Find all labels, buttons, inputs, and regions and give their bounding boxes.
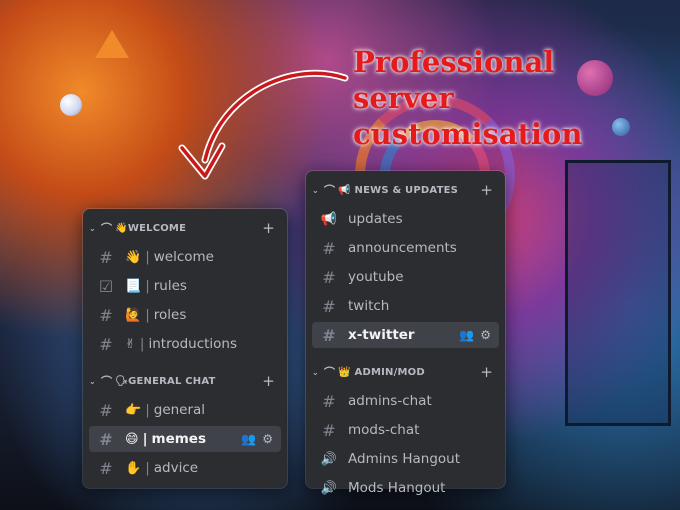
channel-name: introductions bbox=[148, 336, 238, 352]
channel-name: updates bbox=[348, 211, 403, 227]
gear-icon[interactable]: ⚙ bbox=[262, 432, 273, 446]
channel-separator: | bbox=[139, 336, 145, 352]
hash-icon: # bbox=[322, 296, 336, 316]
channel-name: mods-chat bbox=[348, 422, 420, 438]
promo-headline: Professional server customisation bbox=[353, 44, 582, 152]
hash-icon: # bbox=[322, 238, 336, 258]
channel-item-mods-hangout[interactable]: 🔊 Mods Hangout bbox=[312, 475, 499, 501]
hash-icon: # bbox=[99, 305, 113, 325]
speaker-icon: 🔊 bbox=[320, 451, 338, 467]
channel-item-admins-hangout[interactable]: 🔊 Admins Hangout bbox=[312, 446, 499, 472]
channel-item-admins-chat[interactable]: # admins-chat bbox=[312, 388, 499, 414]
category-header-welcome[interactable]: ⌄ ⌒ 👋WELCOME + bbox=[83, 215, 287, 241]
speaker-icon: 🔊 bbox=[320, 480, 338, 496]
channel-separator: | bbox=[145, 249, 150, 265]
hash-icon: # bbox=[99, 247, 113, 267]
channel-separator: | bbox=[145, 278, 150, 294]
hash-icon: # bbox=[99, 429, 113, 449]
gear-icon[interactable]: ⚙ bbox=[480, 328, 491, 342]
channel-item-announcements[interactable]: # announcements bbox=[312, 235, 499, 261]
category-decoration-icon: ⌒ bbox=[101, 375, 113, 388]
channel-item-mods-chat[interactable]: # mods-chat bbox=[312, 417, 499, 443]
channel-item-welcome[interactable]: # 👋 | welcome bbox=[89, 244, 281, 270]
channel-emoji: 😄 bbox=[125, 431, 139, 447]
channel-separator: | bbox=[145, 307, 150, 323]
chevron-down-icon: ⌄ bbox=[89, 223, 96, 233]
channel-name: x-twitter bbox=[348, 327, 415, 343]
chevron-down-icon: ⌄ bbox=[312, 185, 319, 195]
channel-item-advice[interactable]: # ✋ | advice bbox=[89, 455, 281, 481]
invite-user-icon[interactable]: 👥 bbox=[459, 328, 474, 342]
channel-name: announcements bbox=[348, 240, 457, 256]
hash-icon: # bbox=[99, 400, 113, 420]
channel-name: welcome bbox=[153, 249, 214, 265]
channel-emoji: 📃 bbox=[125, 278, 142, 294]
channel-item-youtube[interactable]: # youtube bbox=[312, 264, 499, 290]
rules-icon: ☑ bbox=[98, 276, 114, 296]
channel-name: twitch bbox=[348, 298, 390, 314]
hash-icon: # bbox=[322, 325, 336, 345]
channel-name: memes bbox=[151, 431, 206, 447]
hash-icon: # bbox=[322, 391, 336, 411]
headline-line-1: Professional bbox=[353, 45, 555, 79]
invite-user-icon[interactable]: 👥 bbox=[241, 432, 256, 446]
category-decoration-icon: ⌒ bbox=[324, 184, 336, 197]
background-orb bbox=[60, 94, 82, 116]
channel-name: advice bbox=[153, 460, 199, 476]
channel-item-x-twitter[interactable]: # x-twitter 👥 ⚙ bbox=[312, 322, 499, 348]
background-orb bbox=[612, 118, 630, 136]
category-name: 📢 NEWS & UPDATES bbox=[338, 184, 459, 196]
channel-name: roles bbox=[153, 307, 187, 323]
channel-name: Mods Hangout bbox=[348, 480, 446, 496]
category-header-news-updates[interactable]: ⌄ ⌒ 📢 NEWS & UPDATES + bbox=[306, 177, 505, 203]
channel-emoji: 👋 bbox=[125, 249, 142, 265]
category-header-general-chat[interactable]: ⌄ ⌒ 🗣GENERAL CHAT + bbox=[83, 368, 287, 394]
channel-name: Admins Hangout bbox=[348, 451, 461, 467]
hash-icon: # bbox=[99, 334, 113, 354]
category-decoration-icon: ⌒ bbox=[101, 222, 113, 235]
channel-name: admins-chat bbox=[348, 393, 432, 409]
channel-list-panel-left: ⌄ ⌒ 👋WELCOME + # 👋 | welcome ☑ 📃 | rules… bbox=[83, 209, 287, 488]
channel-separator: | bbox=[142, 431, 148, 447]
channel-separator: | bbox=[145, 402, 150, 418]
headline-line-3: customisation bbox=[353, 117, 583, 151]
channel-name: youtube bbox=[348, 269, 404, 285]
channel-item-updates[interactable]: 📢 updates bbox=[312, 206, 499, 232]
channel-item-twitch[interactable]: # twitch bbox=[312, 293, 499, 319]
category-name: 👋WELCOME bbox=[115, 222, 187, 234]
add-channel-icon[interactable]: + bbox=[262, 372, 275, 390]
chevron-down-icon: ⌄ bbox=[312, 367, 319, 377]
channel-emoji: 🙋 bbox=[125, 307, 142, 323]
chevron-down-icon: ⌄ bbox=[89, 376, 96, 386]
headline-line-2: server bbox=[353, 81, 454, 115]
hash-icon: # bbox=[322, 267, 336, 287]
hash-icon: # bbox=[99, 458, 113, 478]
category-decoration-icon: ⌒ bbox=[324, 366, 336, 379]
background-window-frame bbox=[565, 160, 671, 426]
category-name: 🗣GENERAL CHAT bbox=[115, 375, 216, 387]
channel-name: rules bbox=[153, 278, 187, 294]
hash-icon: # bbox=[322, 420, 336, 440]
background-triangle bbox=[95, 30, 129, 58]
channel-emoji: 👉 bbox=[125, 402, 142, 418]
channel-item-roles[interactable]: # 🙋 | roles bbox=[89, 302, 281, 328]
channel-emoji: ✌ bbox=[125, 336, 136, 352]
channel-item-general[interactable]: # 👉 | general bbox=[89, 397, 281, 423]
channel-item-rules[interactable]: ☑ 📃 | rules bbox=[89, 273, 281, 299]
add-channel-icon[interactable]: + bbox=[480, 181, 493, 199]
channel-item-memes[interactable]: # 😄 | memes 👥 ⚙ bbox=[89, 426, 281, 452]
channel-list-panel-right: ⌄ ⌒ 📢 NEWS & UPDATES + 📢 updates # annou… bbox=[306, 171, 505, 496]
add-channel-icon[interactable]: + bbox=[262, 219, 275, 237]
channel-emoji: ✋ bbox=[125, 460, 142, 476]
category-name: 👑 ADMIN/MOD bbox=[338, 366, 425, 378]
channel-separator: | bbox=[145, 460, 150, 476]
megaphone-icon: 📢 bbox=[320, 211, 338, 227]
category-header-admin-mod[interactable]: ⌄ ⌒ 👑 ADMIN/MOD + bbox=[306, 359, 505, 385]
add-channel-icon[interactable]: + bbox=[480, 363, 493, 381]
channel-name: general bbox=[153, 402, 206, 418]
channel-item-introductions[interactable]: # ✌ | introductions bbox=[89, 331, 281, 357]
